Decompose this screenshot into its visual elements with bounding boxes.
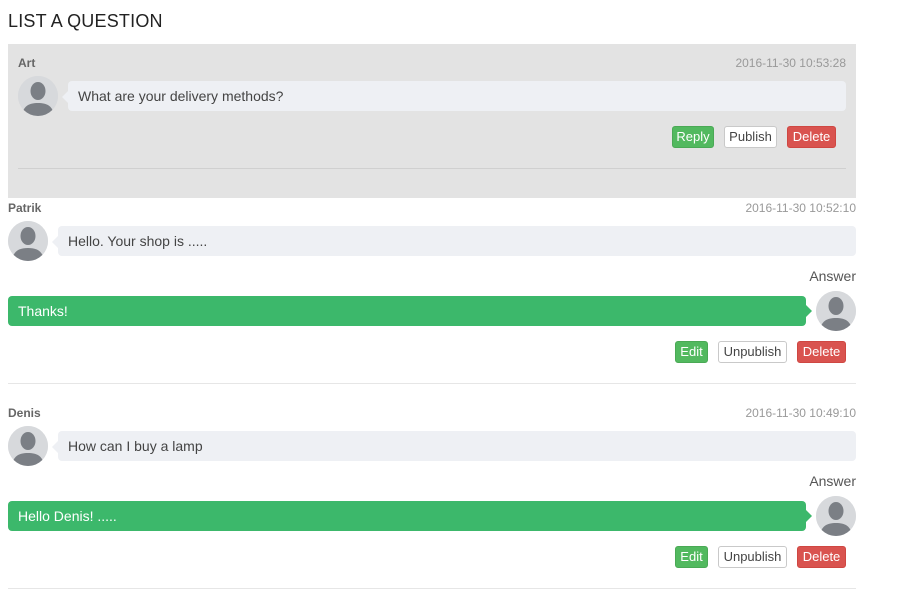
divider <box>8 383 856 384</box>
question-timestamp: 2016-11-30 10:49:10 <box>745 406 856 420</box>
question-bubble: Hello. Your shop is ..... <box>52 226 856 256</box>
question-item: Art 2016-11-30 10:53:28 What are your de… <box>8 44 856 198</box>
question-author: Art <box>18 56 36 70</box>
question-timestamp: 2016-11-30 10:52:10 <box>745 201 856 215</box>
unpublish-button[interactable]: Unpublish <box>718 341 787 363</box>
answer-label: Answer <box>809 268 856 284</box>
answer-label: Answer <box>809 473 856 489</box>
unpublish-button[interactable]: Unpublish <box>718 546 787 568</box>
edit-button[interactable]: Edit <box>675 546 708 568</box>
question-item: Denis 2016-11-30 10:49:10 How can I buy … <box>8 404 856 589</box>
answer-bubble: Thanks! <box>8 296 812 326</box>
admin-avatar-icon <box>816 291 856 331</box>
publish-button[interactable]: Publish <box>724 126 777 148</box>
question-timestamp: 2016-11-30 10:53:28 <box>735 56 846 70</box>
answer-bubble: Hello Denis! ..... <box>8 501 812 531</box>
edit-button[interactable]: Edit <box>675 341 708 363</box>
user-avatar-icon <box>18 76 58 116</box>
divider <box>8 588 856 589</box>
question-item: Patrik 2016-11-30 10:52:10 Hello. Your s… <box>8 199 856 384</box>
question-author: Denis <box>8 406 41 420</box>
delete-button[interactable]: Delete <box>797 341 846 363</box>
question-bubble: How can I buy a lamp <box>52 431 856 461</box>
delete-button[interactable]: Delete <box>787 126 836 148</box>
admin-avatar-icon <box>816 496 856 536</box>
page-title: LIST A QUESTION <box>8 11 163 31</box>
user-avatar-icon <box>8 221 48 261</box>
question-bubble: What are your delivery methods? <box>62 81 846 111</box>
reply-button[interactable]: Reply <box>672 126 714 148</box>
delete-button[interactable]: Delete <box>797 546 846 568</box>
user-avatar-icon <box>8 426 48 466</box>
question-author: Patrik <box>8 201 42 215</box>
divider <box>18 168 846 169</box>
